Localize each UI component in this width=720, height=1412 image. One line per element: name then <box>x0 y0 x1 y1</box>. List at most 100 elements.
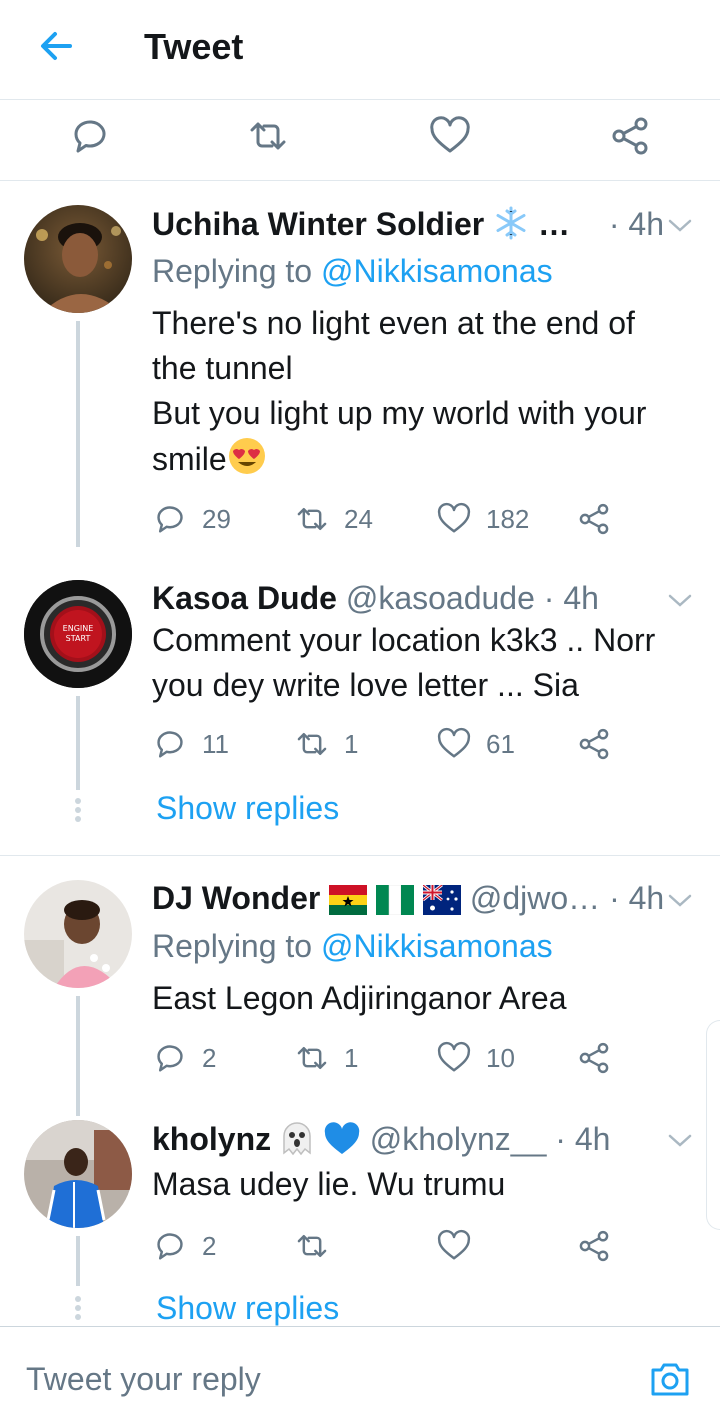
australia-flag-icon <box>422 885 461 915</box>
user-name[interactable]: kholynz <box>152 1121 271 1157</box>
thread-line <box>76 696 80 790</box>
tweet-stats: 2 <box>152 1226 632 1266</box>
back-arrow-icon[interactable] <box>36 26 76 66</box>
share-icon <box>579 1042 609 1074</box>
reply-icon[interactable] <box>68 114 112 158</box>
replying-prefix: Replying to <box>152 253 313 289</box>
thread-line <box>76 1236 80 1286</box>
snowflake-emoji-icon <box>496 206 526 240</box>
tweet-text-line: But you light up my world with your <box>152 395 647 431</box>
avatar[interactable] <box>24 880 132 988</box>
chevron-down-icon[interactable] <box>664 209 696 241</box>
camera-icon[interactable] <box>648 1357 692 1401</box>
tweet-item[interactable]: kholynz @kholynz__ · 4h Masa udey lie. W… <box>0 1120 720 1326</box>
show-replies-link[interactable]: Show replies <box>156 790 339 827</box>
share-icon[interactable] <box>608 114 652 158</box>
like-action[interactable]: 182 <box>436 499 529 539</box>
share-icon <box>579 503 609 535</box>
tweet-text: Masa udey lie. Wu trumu <box>152 1162 692 1207</box>
retweet-icon <box>297 1234 327 1258</box>
reply-icon <box>157 1045 183 1072</box>
chevron-down-icon[interactable] <box>664 584 696 616</box>
avatar-start-text: START <box>66 634 91 643</box>
reply-count: 2 <box>202 1042 217 1073</box>
edge-panel-handle[interactable] <box>706 1020 720 1230</box>
reply-compose-bar[interactable]: Tweet your reply <box>0 1326 720 1412</box>
user-name[interactable]: Uchiha Winter Soldier <box>152 206 484 242</box>
user-handle[interactable]: @djwo… <box>470 880 600 916</box>
timestamp: 4h <box>574 1121 611 1157</box>
separator-dot: · <box>608 206 620 242</box>
retweet-icon <box>297 1046 327 1070</box>
nigeria-flag-icon <box>376 885 415 915</box>
like-icon <box>437 502 471 533</box>
user-name[interactable]: Kasoa Dude <box>152 580 337 616</box>
timestamp: 4h <box>628 206 665 242</box>
like-count: 61 <box>486 728 515 759</box>
mention-link[interactable]: @Nikkisamonas <box>321 253 553 289</box>
reply-action[interactable]: 29 <box>152 499 231 539</box>
like-action[interactable]: 10 <box>436 1038 515 1078</box>
chevron-down-icon[interactable] <box>664 1124 696 1156</box>
thread-line <box>76 996 80 1116</box>
tweet-text-line: East Legon Adjiringanor Area <box>152 980 567 1016</box>
share-icon <box>579 728 609 760</box>
like-count: 10 <box>486 1042 515 1073</box>
separator-dot: · <box>609 880 620 916</box>
tweet-text-line: Masa udey lie. Wu trumu <box>152 1166 506 1202</box>
tweet-header: DJ Wonder @djwo… · 4h <box>152 880 672 924</box>
reply-action[interactable]: 11 <box>152 724 229 764</box>
ghana-flag-icon <box>329 885 368 915</box>
separator-dot: · <box>543 580 555 616</box>
reply-count: 2 <box>202 1230 217 1261</box>
tweet-stats: 2 1 10 <box>152 1038 632 1078</box>
reply-action[interactable]: 2 <box>152 1038 216 1078</box>
avatar[interactable] <box>24 205 132 313</box>
share-action[interactable] <box>576 724 612 764</box>
avatar[interactable]: ENGINE START <box>24 580 132 688</box>
like-action[interactable] <box>436 1226 486 1266</box>
thread-line <box>76 321 80 547</box>
show-replies-link[interactable]: Show replies <box>156 1290 339 1327</box>
tweet-text-line-with-emoji: smile <box>152 436 692 482</box>
replying-to: Replying to @Nikkisamonas <box>152 253 553 290</box>
thread-dots <box>75 798 81 825</box>
divider <box>0 855 720 856</box>
like-icon <box>437 1229 471 1260</box>
share-action[interactable] <box>576 499 612 539</box>
tweet-text: Comment your location k3k3 .. Norr you d… <box>152 618 692 708</box>
main-tweet-actions <box>0 100 720 181</box>
user-name[interactable]: DJ Wonder <box>152 880 320 916</box>
mention-link[interactable]: @Nikkisamonas <box>321 928 553 964</box>
share-action[interactable] <box>576 1038 612 1078</box>
retweet-action[interactable] <box>294 1226 344 1266</box>
reply-action[interactable]: 2 <box>152 1226 216 1266</box>
chevron-down-icon[interactable] <box>664 884 696 916</box>
top-bar: Tweet <box>0 0 720 100</box>
user-handle[interactable]: @kasoadude <box>346 580 535 616</box>
retweet-icon <box>297 732 327 756</box>
retweet-action[interactable]: 1 <box>294 1038 358 1078</box>
tweet-item[interactable]: Uchiha Winter Soldier … · 4h Replying to… <box>0 205 720 547</box>
tweet-header: kholynz @kholynz__ · 4h <box>152 1120 672 1164</box>
tweet-item[interactable]: DJ Wonder @djwo… · 4h Replying to @Nikki… <box>0 880 720 1116</box>
reply-input[interactable]: Tweet your reply <box>26 1361 261 1398</box>
like-icon <box>437 727 471 758</box>
thread-dots <box>75 1296 81 1323</box>
retweet-icon[interactable] <box>246 114 290 158</box>
ghost-emoji-icon <box>283 1122 311 1156</box>
share-action[interactable] <box>576 1226 612 1266</box>
avatar[interactable] <box>24 1120 132 1228</box>
reply-icon <box>157 731 183 758</box>
retweet-icon <box>297 507 327 531</box>
tweet-item[interactable]: ENGINE START Kasoa Dude @kasoadude · 4h … <box>0 580 720 840</box>
retweet-action[interactable]: 1 <box>294 724 358 764</box>
user-handle[interactable]: @kholynz__ <box>370 1121 547 1157</box>
like-icon <box>437 1041 471 1072</box>
like-action[interactable]: 61 <box>436 724 515 764</box>
name-ellipsis: … <box>537 206 570 242</box>
retweet-action[interactable]: 24 <box>294 499 373 539</box>
like-icon[interactable] <box>428 114 472 158</box>
tweet-stats: 29 24 182 <box>152 499 632 539</box>
separator-dot: · <box>555 1121 566 1157</box>
